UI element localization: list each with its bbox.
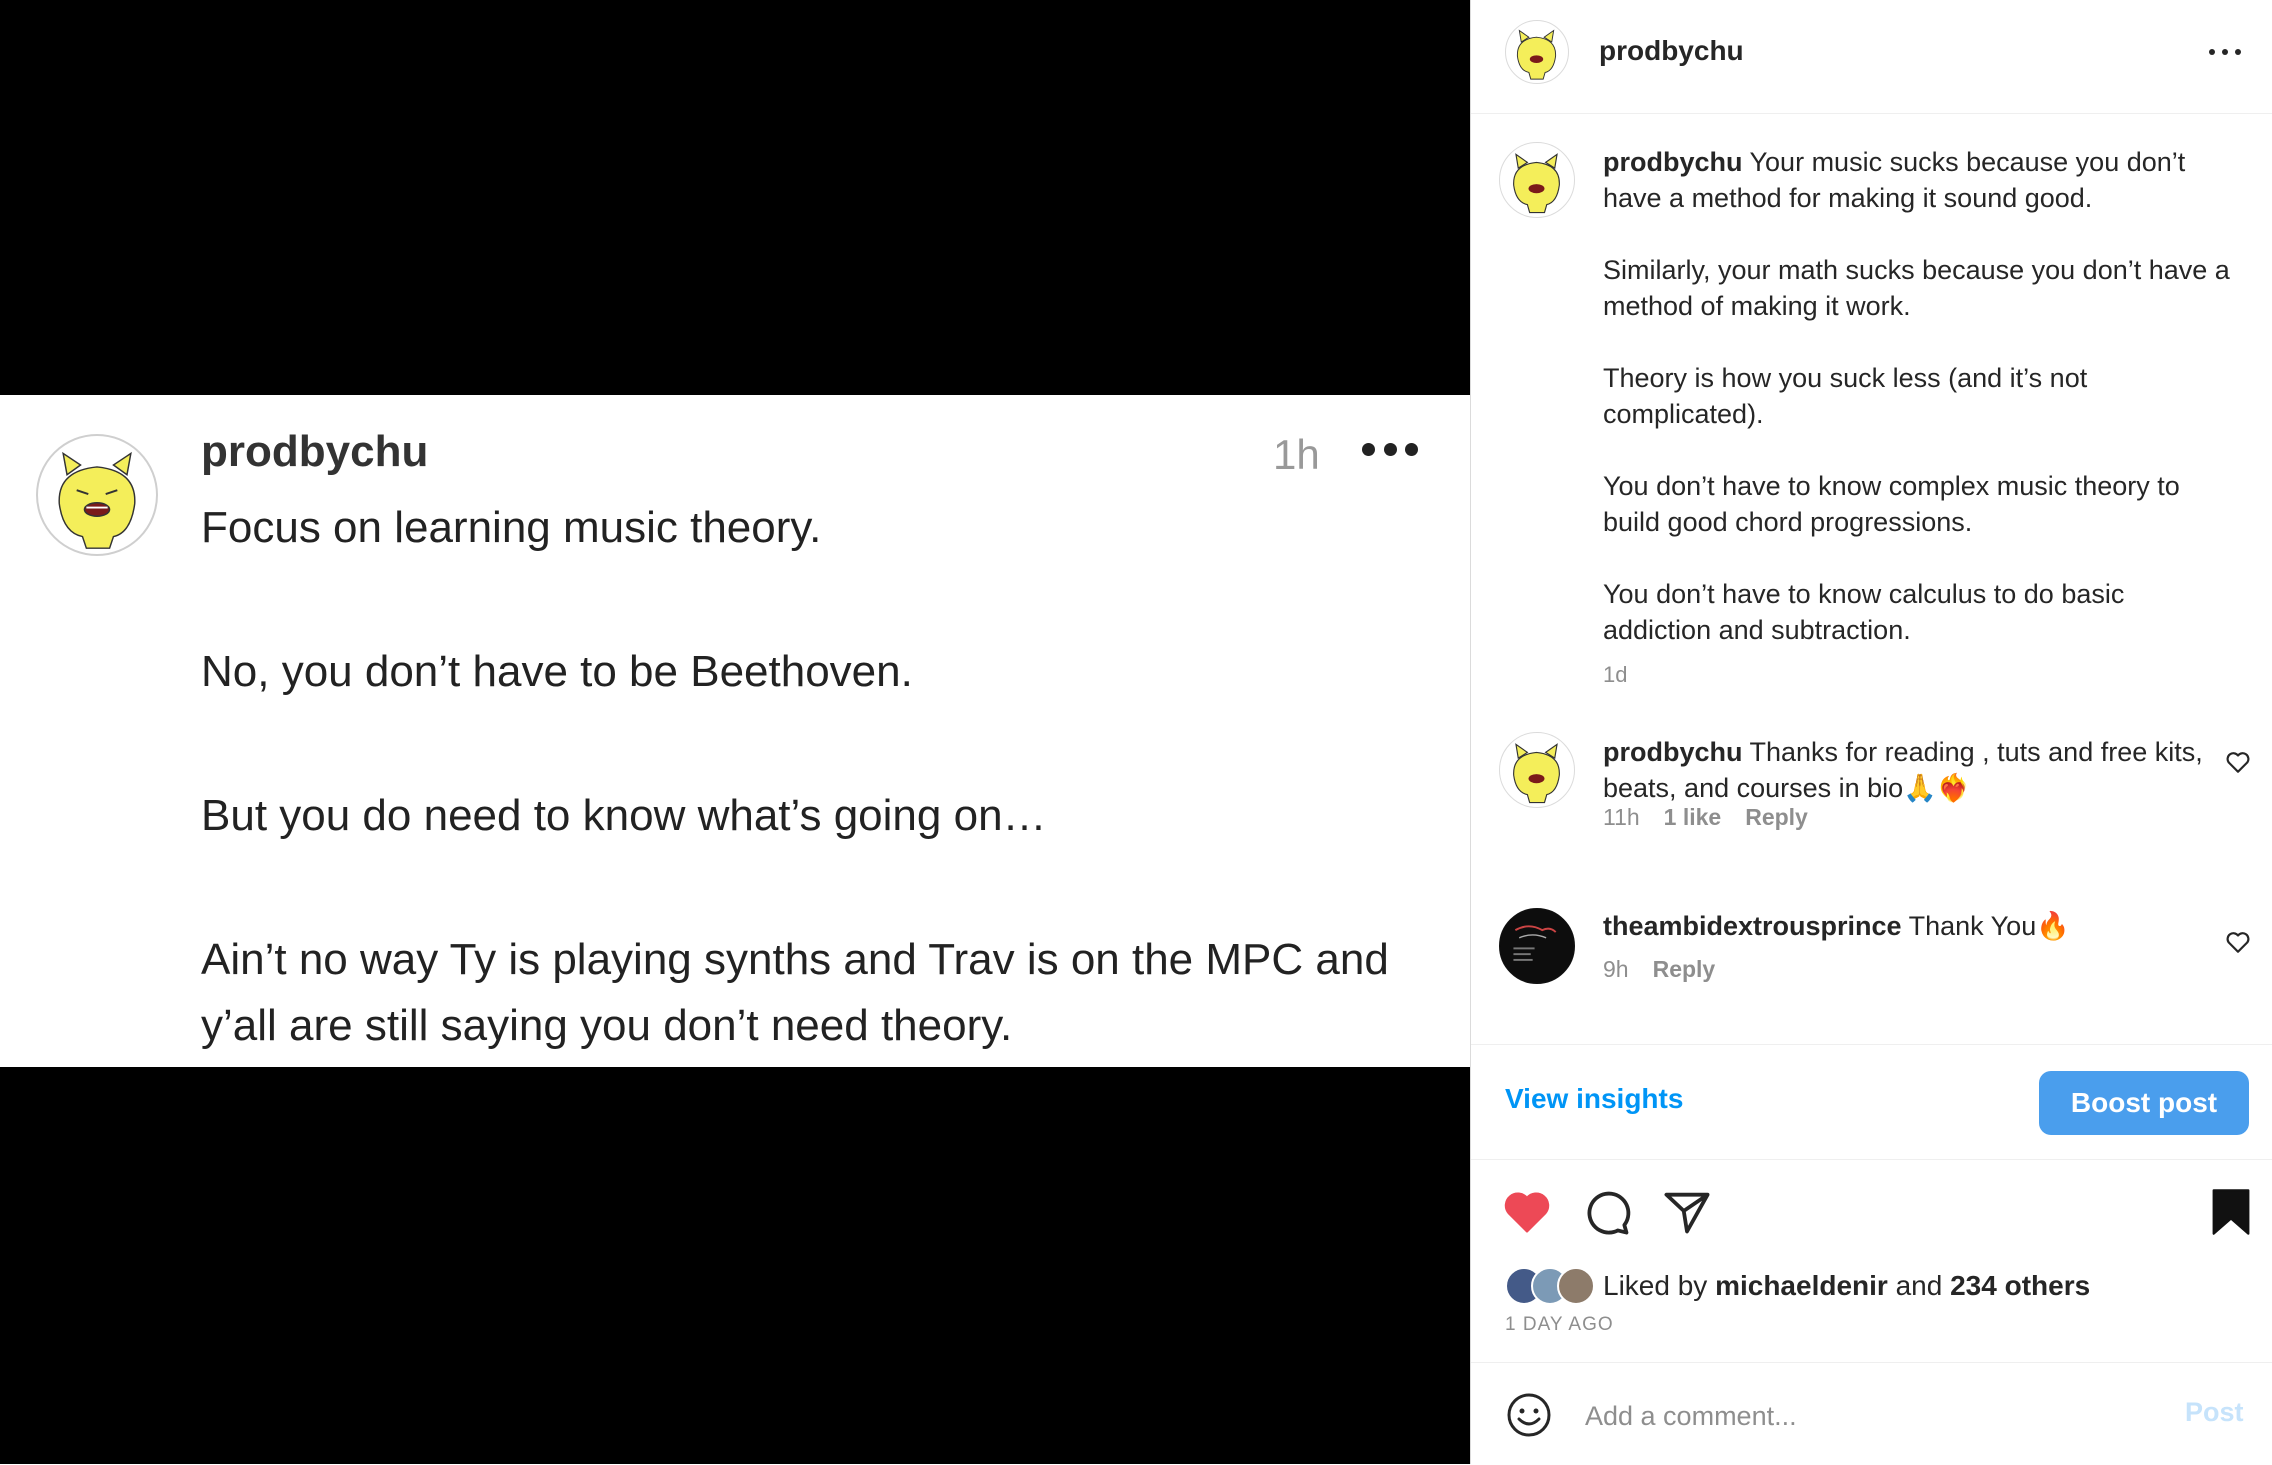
comment-likes[interactable]: 1 like [1664,804,1722,831]
more-options-icon [1362,439,1418,459]
comment-username[interactable]: theambidextrousprince [1603,911,1902,941]
liked-by-prefix: Liked by [1603,1270,1708,1301]
reply-button[interactable]: Reply [1745,804,1808,831]
liked-by-and: and [1895,1270,1943,1301]
comment-meta: 9h Reply [1603,956,1715,983]
heart-outline-icon[interactable] [2225,930,2251,954]
avatar[interactable] [1499,142,1575,218]
post-actions: Liked by michaeldenir and 234 others 1 D… [1471,1160,2272,1360]
comment-body: Thank You🔥 [1908,911,2070,941]
pikachu-avatar-icon [1513,743,1560,804]
avatar[interactable] [1505,20,1569,84]
header-username[interactable]: prodbychu [1599,35,1744,67]
boost-post-button[interactable]: Boost post [2039,1071,2249,1135]
bookmark-filled-icon[interactable] [2205,1186,2257,1238]
comment-text: theambidextrousprince Thank You🔥 [1603,908,2203,944]
post-header: prodbychu [1471,0,2272,114]
pikachu-avatar-icon [58,451,136,549]
reply-button[interactable]: Reply [1653,956,1716,983]
card-text: Focus on learning music theory. No, you … [201,495,1431,1059]
comment-input[interactable] [1583,1395,2147,1437]
liker-avatars [1505,1267,1595,1305]
avatar[interactable] [1499,732,1575,808]
view-insights-link[interactable]: View insights [1505,1083,1683,1115]
likes-count[interactable]: 234 others [1950,1270,2090,1302]
liker-username[interactable]: michaeldenir [1715,1270,1888,1302]
post-comment-button[interactable]: Post [2185,1397,2244,1428]
caption-paragraph: Theory is how you suck less (and it’s no… [1603,363,2088,429]
add-comment-bar: Post [1471,1362,2272,1465]
avatar [36,434,158,556]
share-icon[interactable] [1661,1186,1713,1238]
card-timestamp: 1h [1273,431,1320,478]
card-paragraph: No, you don’t have to be Beethoven. [201,647,913,696]
post-side-panel: prodbychu prodbychu Your music sucks bec… [1470,0,2272,1464]
heart-outline-icon[interactable] [2225,750,2251,774]
comments-section[interactable]: prodbychu Your music sucks because you d… [1471,114,2272,1044]
caption-paragraph: You don’t have to know calculus to do ba… [1603,579,2125,645]
post-media: prodbychu 1h Focus on learning music the… [0,0,1470,1464]
text-post-card: prodbychu 1h Focus on learning music the… [0,395,1470,1067]
card-paragraph: Focus on learning music theory. [201,503,822,552]
avatar[interactable] [1499,908,1575,984]
profile-photo-icon [1500,909,1573,982]
insights-bar: View insights Boost post [1471,1045,2272,1160]
pikachu-avatar-icon [1513,153,1560,214]
card-paragraph: Ain’t no way Ty is playing synths and Tr… [201,935,1389,1050]
card-paragraph: But you do need to know what’s going on… [201,791,1047,840]
comment-username[interactable]: prodbychu [1603,737,1743,767]
card-username: prodbychu [201,427,429,476]
caption-timestamp: 1d [1603,662,1628,687]
more-options-icon[interactable] [2209,48,2241,56]
caption-username[interactable]: prodbychu [1603,147,1743,177]
comment-text: prodbychu Thanks for reading , tuts and … [1603,734,2203,806]
caption-paragraph: Similarly, your math sucks because you d… [1603,255,2230,321]
pikachu-avatar-icon [1516,29,1557,80]
caption-paragraph: You don’t have to know complex music the… [1603,471,2180,537]
comment-timestamp: 11h [1603,804,1640,830]
caption-paragraph: prodbychu Your music sucks because you d… [1603,144,2239,216]
comment-timestamp: 9h [1603,956,1629,982]
comment-icon[interactable] [1581,1186,1633,1238]
emoji-icon[interactable] [1505,1391,1553,1439]
comment-meta: 11h 1 like Reply [1603,804,1808,831]
post-date: 1 DAY AGO [1505,1314,1614,1335]
caption-text: prodbychu Your music sucks because you d… [1603,144,2239,648]
avatar[interactable] [1557,1267,1595,1305]
liked-by: Liked by michaeldenir and 234 others [1505,1266,2090,1306]
heart-filled-icon[interactable] [1501,1186,1553,1238]
